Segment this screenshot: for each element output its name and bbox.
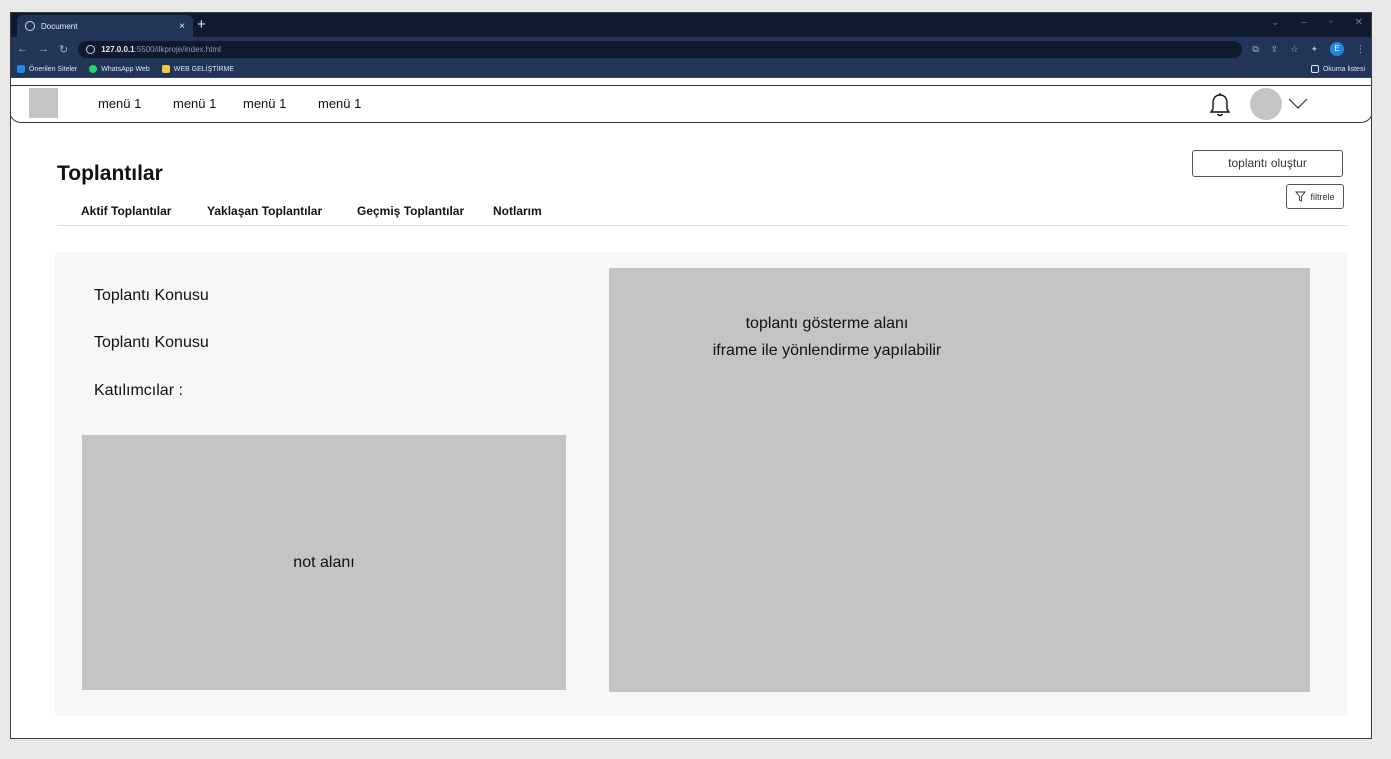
site-info-icon[interactable] <box>86 44 96 54</box>
extensions-icon[interactable]: ✦ <box>1310 44 1318 55</box>
meeting-viewer-iframe[interactable]: toplantı gösterme alanı iframe ile yönle… <box>609 268 1310 692</box>
reading-list-icon <box>1310 65 1319 73</box>
create-meeting-button[interactable]: toplantı oluştur <box>1192 150 1343 177</box>
tab-upcoming-meetings[interactable]: Yaklaşan Toplantılar <box>207 204 357 218</box>
whatsapp-icon <box>89 65 98 73</box>
new-tab-button[interactable]: + <box>197 16 206 34</box>
forward-icon[interactable]: → <box>38 43 49 55</box>
main-menu: menü 1 menü 1 menü 1 menü 1 <box>98 96 361 111</box>
bookmark-item[interactable]: WEB GELİŞTİRME <box>161 65 234 73</box>
tabs-divider <box>57 225 1347 226</box>
viewer-sublabel: iframe ile yönlendirme yapılabilir <box>712 342 942 359</box>
tab-strip: Document × + ⌄ – ▫ ✕ <box>11 13 1371 37</box>
bookmark-star-icon[interactable]: ☆ <box>1290 44 1298 55</box>
chevron-down-icon[interactable] <box>1288 96 1308 110</box>
reload-icon[interactable]: ↻ <box>59 43 68 56</box>
meeting-subject: Toplantı Konusu <box>94 334 209 351</box>
tab-title: Document <box>41 21 78 31</box>
viewer-label: toplantı gösterme alanı <box>745 315 909 332</box>
page-content: menü 1 menü 1 menü 1 menü 1 Toplantılar … <box>11 79 1371 738</box>
tab-search-icon[interactable]: ⌄ <box>1271 17 1279 28</box>
tab-my-notes[interactable]: Notlarım <box>493 204 542 218</box>
bell-icon[interactable] <box>1208 92 1232 118</box>
menu-item[interactable]: menü 1 <box>243 96 318 111</box>
bookmark-item[interactable]: Önerilen Siteler <box>17 65 77 73</box>
page-title: Toplantılar <box>57 162 163 185</box>
close-tab-icon[interactable]: × <box>179 21 185 32</box>
more-menu-icon[interactable]: ⋮ <box>1356 44 1365 55</box>
menu-item[interactable]: menü 1 <box>318 96 361 111</box>
bing-icon <box>17 65 25 73</box>
folder-icon <box>161 65 170 73</box>
menu-item[interactable]: menü 1 <box>173 96 243 111</box>
notes-area[interactable]: not alanı <box>82 435 566 690</box>
close-window-icon[interactable]: ✕ <box>1355 17 1363 28</box>
top-navbar: menü 1 menü 1 menü 1 menü 1 <box>11 85 1371 123</box>
back-icon[interactable]: ← <box>17 43 28 55</box>
user-avatar[interactable] <box>1250 88 1282 120</box>
reading-list-button[interactable]: Okuma listesi <box>1310 65 1365 73</box>
menu-item[interactable]: menü 1 <box>98 96 173 111</box>
address-bar[interactable]: 127.0.0.1:5500/ilkproje/index.html <box>78 40 1243 58</box>
translate-icon[interactable]: ⧉ <box>1252 44 1258 55</box>
filter-icon <box>1295 191 1307 202</box>
address-bar-row: ← → ↻ 127.0.0.1:5500/ilkproje/index.html… <box>11 37 1371 61</box>
filter-button[interactable]: filtrele <box>1286 184 1344 209</box>
tab-active-meetings[interactable]: Aktif Toplantılar <box>81 204 207 218</box>
logo-placeholder[interactable] <box>29 88 58 118</box>
share-icon[interactable]: ⇪ <box>1271 44 1279 55</box>
tab-past-meetings[interactable]: Geçmiş Toplantılar <box>357 204 493 218</box>
profile-avatar[interactable]: E <box>1330 42 1344 56</box>
minimize-icon[interactable]: – <box>1302 17 1308 28</box>
url-text: 127.0.0.1:5500/ilkproje/index.html <box>101 44 221 54</box>
notes-area-label: not alanı <box>293 553 355 571</box>
filter-label: filtrele <box>1310 191 1335 202</box>
meeting-tabs: Aktif Toplantılar Yaklaşan Toplantılar G… <box>81 204 542 218</box>
browser-window: Document × + ⌄ – ▫ ✕ ← → ↻ 127.0.0.1:550… <box>10 12 1372 739</box>
bookmark-item[interactable]: WhatsApp Web <box>89 65 150 73</box>
meeting-panel: Toplantı Konusu Toplantı Konusu Katılımc… <box>55 252 1347 716</box>
bookmarks-bar: Önerilen Siteler WhatsApp Web WEB GELİŞT… <box>11 61 1371 78</box>
window-controls: ⌄ – ▫ ✕ <box>1271 17 1363 28</box>
globe-icon <box>25 21 35 31</box>
participants-label: Katılımcılar : <box>94 382 183 399</box>
toolbar-icons: ⧉ ⇪ ☆ ✦ E ⋮ <box>1252 42 1365 56</box>
maximize-icon[interactable]: ▫ <box>1329 17 1333 28</box>
browser-tab[interactable]: Document × <box>17 15 193 37</box>
meeting-subject: Toplantı Konusu <box>94 287 209 304</box>
